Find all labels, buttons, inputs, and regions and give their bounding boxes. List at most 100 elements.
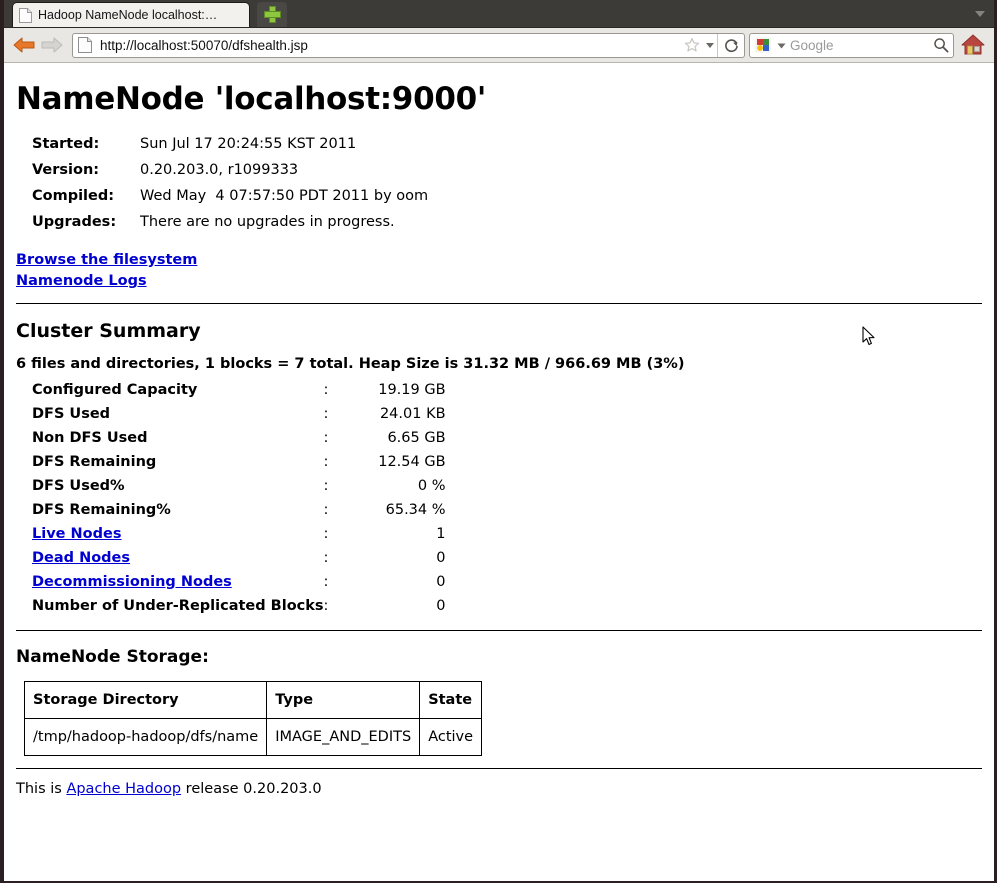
info-value-started: Sun Jul 17 20:24:55 KST 2011 bbox=[140, 136, 357, 152]
column-header-storage-directory: Storage Directory bbox=[23, 681, 268, 719]
reload-icon[interactable] bbox=[717, 33, 744, 57]
new-tab-button[interactable] bbox=[257, 2, 287, 27]
search-bar[interactable]: Google bbox=[749, 32, 954, 58]
table-row: Version: 0.20.203.0, r1099333 bbox=[32, 157, 428, 183]
home-icon[interactable] bbox=[958, 31, 988, 59]
stat-colon: : bbox=[323, 502, 329, 518]
link-live-nodes[interactable]: Live Nodes bbox=[32, 522, 122, 546]
stat-name-under-replicated-blocks: Number of Under-Replicated Blocks bbox=[32, 598, 324, 614]
page-icon bbox=[78, 36, 94, 54]
page-icon bbox=[19, 7, 32, 23]
info-value-compiled: Wed May 4 07:57:50 PDT 2011 by oom bbox=[140, 188, 429, 204]
cell-type: IMAGE_AND_EDITS bbox=[266, 718, 421, 756]
info-value-version: 0.20.203.0, r1099333 bbox=[140, 162, 299, 178]
url-text: http://localhost:50070/dfshealth.jsp bbox=[100, 37, 308, 53]
divider-bottom bbox=[16, 768, 982, 769]
footer-text: This is Apache Hadoop release 0.20.203.0 bbox=[16, 781, 986, 797]
cluster-summary-line: 6 files and directories, 1 blocks = 7 to… bbox=[16, 356, 685, 372]
stat-name-dfs-remaining-pct: DFS Remaining% bbox=[32, 502, 171, 518]
divider-top bbox=[16, 303, 982, 304]
stat-value-live-nodes: 1 bbox=[436, 526, 446, 542]
search-engine-dropdown-icon[interactable] bbox=[775, 42, 787, 49]
forward-button bbox=[38, 32, 66, 58]
chevron-down-icon[interactable] bbox=[972, 7, 988, 21]
stat-value-decommissioning-nodes: 0 bbox=[436, 574, 446, 590]
info-label-upgrades: Upgrades: bbox=[32, 214, 117, 230]
stat-colon: : bbox=[323, 406, 329, 422]
page-content: NameNode 'localhost:9000' Started: Sun J… bbox=[4, 63, 994, 881]
plus-icon bbox=[263, 6, 281, 23]
magnifier-icon[interactable] bbox=[929, 37, 953, 53]
table-row: /tmp/hadoop-hadoop/dfs/name IMAGE_AND_ED… bbox=[23, 718, 483, 756]
footer-suffix: release 0.20.203.0 bbox=[181, 781, 322, 797]
stat-name-live-nodes: Live Nodes bbox=[32, 522, 324, 546]
search-input[interactable]: Google bbox=[787, 38, 929, 53]
stat-colon: : bbox=[323, 430, 329, 446]
browser-tab-title: Hadoop NameNode localhost:… bbox=[38, 8, 218, 22]
column-header-state: State bbox=[419, 681, 483, 719]
stat-colon: : bbox=[323, 574, 329, 590]
stat-value-dfs-remaining-pct: 65.34 % bbox=[385, 502, 446, 518]
stat-value-dfs-remaining: 12.54 GB bbox=[378, 454, 446, 470]
page-title: NameNode 'localhost:9000' bbox=[16, 81, 487, 117]
cell-storage-directory: /tmp/hadoop-hadoop/dfs/name bbox=[23, 718, 268, 756]
stat-colon: : bbox=[323, 454, 329, 470]
table-row: DFS Used% : 0 % bbox=[32, 474, 446, 498]
stat-value-dfs-used-pct: 0 % bbox=[417, 478, 446, 494]
google-icon[interactable] bbox=[755, 37, 772, 53]
info-label-compiled: Compiled: bbox=[32, 188, 115, 204]
url-bar-actions bbox=[681, 33, 744, 57]
link-apache-hadoop[interactable]: Apache Hadoop bbox=[66, 781, 181, 797]
link-namenode-logs[interactable]: Namenode Logs bbox=[16, 271, 147, 291]
stat-value-dead-nodes: 0 bbox=[436, 550, 446, 566]
stat-name-non-dfs-used: Non DFS Used bbox=[32, 430, 148, 446]
info-label-version: Version: bbox=[32, 162, 100, 178]
info-value-upgrades: There are no upgrades in progress. bbox=[140, 214, 395, 230]
table-row: DFS Remaining : 12.54 GB bbox=[32, 450, 446, 474]
stat-value-non-dfs-used: 6.65 GB bbox=[387, 430, 446, 446]
bookmark-dropdown-icon[interactable] bbox=[703, 41, 717, 49]
stat-name-configured-capacity: Configured Capacity bbox=[32, 382, 198, 398]
table-row: Number of Under-Replicated Blocks : 0 bbox=[32, 594, 446, 618]
back-button[interactable] bbox=[10, 32, 38, 58]
stat-name-dfs-used: DFS Used bbox=[32, 406, 111, 422]
stat-value-dfs-used: 24.01 KB bbox=[379, 406, 446, 422]
namenode-info-table: Started: Sun Jul 17 20:24:55 KST 2011 Ve… bbox=[32, 131, 428, 235]
browser-tab-active[interactable]: Hadoop NameNode localhost:… bbox=[12, 2, 250, 27]
link-decommissioning-nodes[interactable]: Decommissioning Nodes bbox=[32, 570, 232, 594]
cluster-stats-table: Configured Capacity : 19.19 GB DFS Used … bbox=[32, 378, 446, 618]
stat-name-decommissioning-nodes: Decommissioning Nodes bbox=[32, 570, 324, 594]
table-row: Compiled: Wed May 4 07:57:50 PDT 2011 by… bbox=[32, 183, 428, 209]
stat-colon: : bbox=[323, 550, 329, 566]
footer-prefix: This is bbox=[16, 781, 67, 797]
stat-name-dfs-used-pct: DFS Used% bbox=[32, 478, 125, 494]
stat-value-under-replicated-blocks: 0 bbox=[436, 598, 446, 614]
table-row: DFS Remaining% : 65.34 % bbox=[32, 498, 446, 522]
table-row: Live Nodes : 1 bbox=[32, 522, 446, 546]
stat-colon: : bbox=[323, 478, 329, 494]
column-header-type: Type bbox=[266, 681, 421, 719]
browser-window: Hadoop NameNode localhost:… http://local… bbox=[0, 0, 997, 883]
table-row: DFS Used : 24.01 KB bbox=[32, 402, 446, 426]
stat-name-dfs-remaining: DFS Remaining bbox=[32, 454, 157, 470]
link-dead-nodes[interactable]: Dead Nodes bbox=[32, 546, 130, 570]
divider-middle bbox=[16, 630, 982, 631]
navigation-toolbar: http://localhost:50070/dfshealth.jsp Goo… bbox=[4, 28, 994, 63]
table-header-row: Storage Directory Type State bbox=[23, 681, 483, 719]
navigation-links: Browse the filesystem Namenode Logs bbox=[16, 249, 986, 291]
url-bar[interactable]: http://localhost:50070/dfshealth.jsp bbox=[72, 32, 745, 58]
table-row: Dead Nodes : 0 bbox=[32, 546, 446, 570]
star-icon[interactable] bbox=[681, 37, 703, 53]
cluster-summary-heading: Cluster Summary bbox=[16, 320, 201, 342]
cell-state: Active bbox=[419, 718, 483, 756]
stat-colon: : bbox=[323, 382, 329, 398]
table-row: Upgrades: There are no upgrades in progr… bbox=[32, 209, 428, 235]
stat-value-configured-capacity: 19.19 GB bbox=[378, 382, 446, 398]
stat-colon: : bbox=[323, 526, 329, 542]
table-row: Decommissioning Nodes : 0 bbox=[32, 570, 446, 594]
stat-colon: : bbox=[323, 598, 329, 614]
stat-name-dead-nodes: Dead Nodes bbox=[32, 546, 324, 570]
namenode-storage-table: Storage Directory Type State /tmp/hadoop… bbox=[23, 681, 483, 756]
link-browse-filesystem[interactable]: Browse the filesystem bbox=[16, 250, 197, 270]
info-label-started: Started: bbox=[32, 136, 100, 152]
